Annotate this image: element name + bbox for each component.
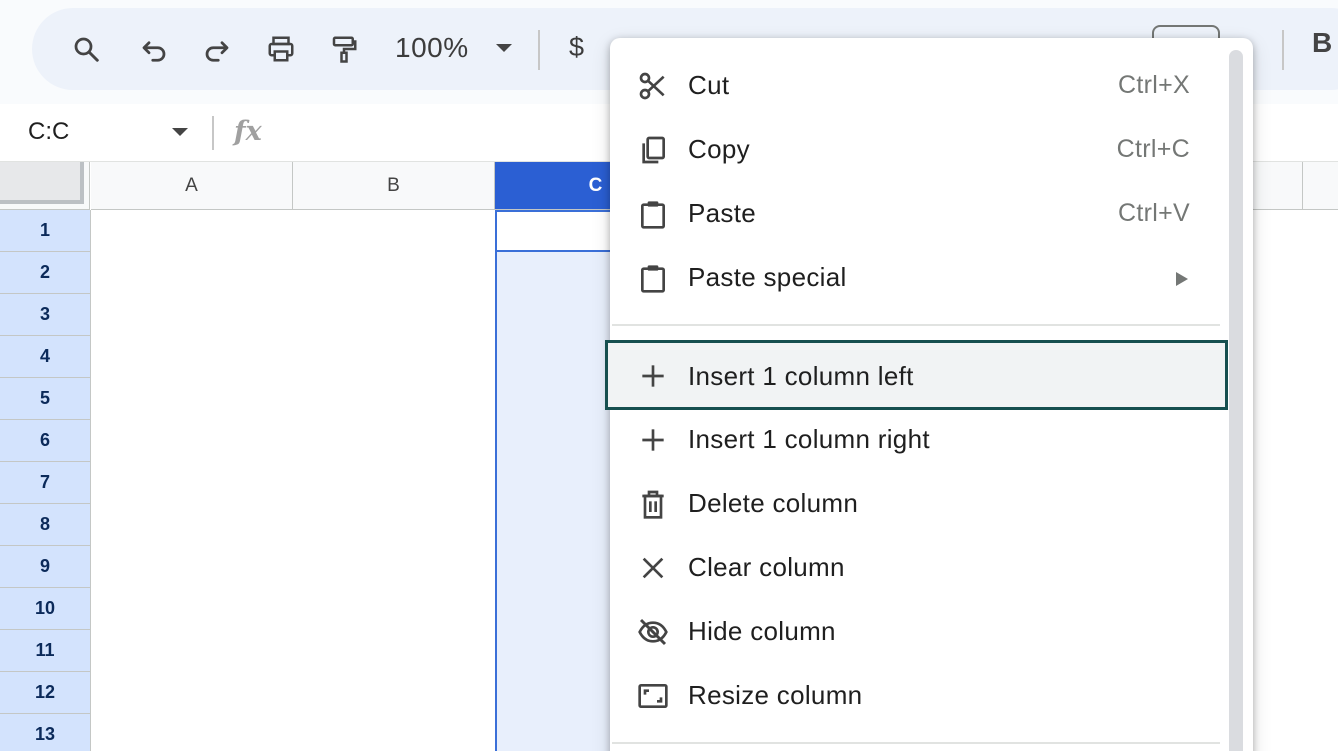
eye-off-icon <box>636 615 670 649</box>
row-header[interactable]: 9 <box>0 546 91 588</box>
menu-item-label: Paste special <box>688 262 847 292</box>
menu-item-paste[interactable]: Paste Ctrl+V <box>610 182 1228 244</box>
menu-item-copy[interactable]: Copy Ctrl+C <box>610 118 1228 180</box>
bold-button[interactable]: B <box>1312 27 1332 59</box>
row-header[interactable]: 4 <box>0 336 91 378</box>
search-icon[interactable] <box>66 29 106 69</box>
column-header-e[interactable] <box>1253 162 1303 210</box>
menu-divider <box>612 324 1220 326</box>
row-header[interactable]: 1 <box>0 210 91 252</box>
chevron-down-icon[interactable] <box>172 128 188 136</box>
corner-freeze-handle[interactable] <box>0 162 84 204</box>
menu-item-label: Insert 1 column left <box>688 361 914 391</box>
chevron-down-icon[interactable] <box>496 44 512 52</box>
row-header[interactable]: 12 <box>0 672 91 714</box>
plus-icon <box>636 359 670 393</box>
menu-item-label: Delete column <box>688 488 859 518</box>
row-header[interactable]: 13 <box>0 714 91 751</box>
zoom-level[interactable]: 100% <box>395 32 469 64</box>
active-cell[interactable] <box>495 210 625 252</box>
column-header-a[interactable]: A <box>91 162 293 210</box>
print-icon[interactable] <box>261 29 301 69</box>
toolbar-divider <box>538 30 540 70</box>
spreadsheet-app: 100% $ B C:C fx A B C 1 2 3 4 5 6 7 8 9 … <box>0 0 1338 751</box>
row-header[interactable]: 11 <box>0 630 91 672</box>
menu-item-shortcut: Ctrl+C <box>1116 135 1190 163</box>
menu-item-label: Paste <box>688 198 756 228</box>
menu-scrollbar[interactable] <box>1229 50 1243 751</box>
submenu-arrow-icon <box>1176 272 1188 286</box>
menu-item-label: Cut <box>688 70 730 100</box>
copy-icon <box>636 133 670 167</box>
menu-item-label: Hide column <box>688 616 836 646</box>
plus-icon <box>636 423 670 457</box>
menu-item-cut[interactable]: Cut Ctrl+X <box>610 54 1228 116</box>
row-header[interactable]: 8 <box>0 504 91 546</box>
menu-item-label: Clear column <box>688 552 845 582</box>
row-header[interactable]: 2 <box>0 252 91 294</box>
scissors-icon <box>636 69 670 103</box>
select-all-corner[interactable] <box>0 162 90 210</box>
menu-item-label: Copy <box>688 134 750 164</box>
menu-item-insert-column-right[interactable]: Insert 1 column right <box>610 408 1228 470</box>
name-box[interactable]: C:C <box>28 118 69 146</box>
row-header[interactable]: 5 <box>0 378 91 420</box>
row-header[interactable]: 10 <box>0 588 91 630</box>
menu-item-insert-column-left[interactable]: Insert 1 column left <box>605 340 1228 410</box>
menu-item-delete-column[interactable]: Delete column <box>610 472 1228 534</box>
selected-column-fill <box>495 210 625 751</box>
context-menu: Cut Ctrl+X Copy Ctrl+C Paste Ctrl+V Past… <box>605 38 1253 751</box>
undo-icon[interactable] <box>134 29 174 69</box>
menu-item-label: Resize column <box>688 680 863 710</box>
resize-icon <box>636 679 670 713</box>
paint-format-icon[interactable] <box>324 29 364 69</box>
menu-item-resize-column[interactable]: Resize column <box>610 664 1228 726</box>
row-header[interactable]: 6 <box>0 420 91 462</box>
menu-item-shortcut: Ctrl+V <box>1118 199 1190 227</box>
column-header-b[interactable]: B <box>293 162 495 210</box>
menu-divider <box>612 742 1220 744</box>
close-icon <box>636 551 670 585</box>
clipboard-icon <box>636 197 670 231</box>
menu-item-shortcut: Ctrl+X <box>1118 71 1190 99</box>
trash-icon <box>636 487 670 521</box>
toolbar-divider <box>1282 30 1284 70</box>
menu-item-label: Insert 1 column right <box>688 424 930 454</box>
redo-icon[interactable] <box>197 29 237 69</box>
clipboard-icon <box>636 261 670 295</box>
fx-icon: fx <box>234 116 262 147</box>
menu-item-clear-column[interactable]: Clear column <box>610 536 1228 598</box>
row-header[interactable]: 3 <box>0 294 91 336</box>
row-header[interactable]: 7 <box>0 462 91 504</box>
formula-divider <box>212 116 214 150</box>
menu-item-paste-special[interactable]: Paste special <box>610 246 1228 308</box>
currency-format-button[interactable]: $ <box>569 32 584 63</box>
column-header-f[interactable] <box>1303 162 1338 210</box>
menu-item-hide-column[interactable]: Hide column <box>610 600 1228 662</box>
